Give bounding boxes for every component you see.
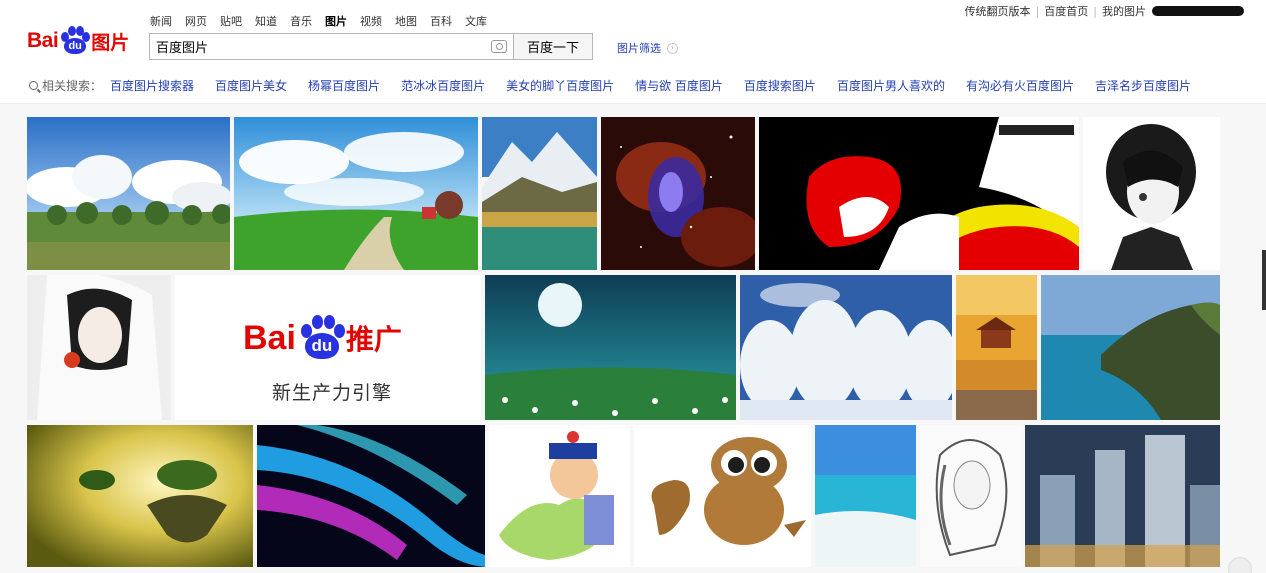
filter-label: 图片筛选 <box>617 42 661 55</box>
nav-images[interactable]: 图片 <box>325 13 347 29</box>
image-result-baidu-promotion-ad[interactable]: Bai du 推广 新生产力引擎 <box>175 275 481 420</box>
image-result-green-meadow[interactable] <box>234 117 478 270</box>
nav-web[interactable]: 网页 <box>185 13 207 29</box>
image-result-snow-mountain-lake[interactable] <box>482 117 597 270</box>
related-link[interactable]: 百度搜索图片 <box>744 77 816 94</box>
baidu-home-link[interactable]: 百度首页 <box>1044 3 1088 19</box>
separator: | <box>1093 4 1097 18</box>
nav-wenku[interactable]: 文库 <box>465 13 487 29</box>
image-result-moon-flowers[interactable] <box>485 275 736 420</box>
related-link[interactable]: 百度图片搜索器 <box>110 77 194 94</box>
image-result-coastline[interactable] <box>1041 275 1220 420</box>
image-result-tropical-beach[interactable] <box>815 425 916 567</box>
image-result-floating-islands[interactable] <box>27 425 253 567</box>
nav-news[interactable]: 新闻 <box>150 13 172 29</box>
image-result-sketch-woman[interactable] <box>920 425 1021 567</box>
nav-map[interactable]: 地图 <box>395 13 417 29</box>
ad-product: 推广 <box>345 323 402 356</box>
side-scroll-indicator[interactable] <box>1262 250 1266 310</box>
ad-brand-du: du <box>304 333 339 359</box>
image-result-anime-white-hood[interactable] <box>27 275 171 420</box>
username-redacted[interactable] <box>1152 6 1244 16</box>
image-filter-button[interactable]: 图片筛选 › <box>617 40 678 56</box>
related-link[interactable]: 杨幂百度图片 <box>308 77 380 94</box>
classic-page-link[interactable]: 传统翻页版本 <box>965 3 1031 19</box>
camera-icon[interactable] <box>491 40 507 53</box>
related-link[interactable]: 有沟必有火百度图片 <box>966 77 1074 94</box>
top-nav: 新闻 网页 贴吧 知道 音乐 图片 视频 地图 百科 文库 <box>150 13 500 29</box>
image-result-nebula[interactable] <box>601 117 755 270</box>
related-label: 相关搜索： <box>29 77 102 94</box>
baidu-images-logo[interactable]: Bai du 图片 <box>27 24 129 58</box>
related-link[interactable]: 百度图片男人喜欢的 <box>837 77 945 94</box>
logo-du: du <box>64 38 87 54</box>
related-link[interactable]: 吉泽名步百度图片 <box>1095 77 1191 94</box>
related-link[interactable]: 情与欲 百度图片 <box>635 77 723 94</box>
related-link[interactable]: 范冰冰百度图片 <box>401 77 485 94</box>
ad-slogan: 新生产力引擎 <box>272 382 393 404</box>
image-result-pavilion-sunset[interactable] <box>956 275 1037 420</box>
related-searches: 相关搜索： 百度图片搜索器 百度图片美女 杨幂百度图片 范冰冰百度图片 美女的脚… <box>29 77 1212 94</box>
search-input[interactable] <box>150 34 480 59</box>
my-images-link[interactable]: 我的图片 <box>1102 3 1146 19</box>
related-label-text: 相关搜索： <box>42 79 103 93</box>
ad-brand-bai: Bai <box>243 318 296 357</box>
related-link[interactable]: 美女的脚丫百度图片 <box>506 77 614 94</box>
top-links: 传统翻页版本 | 百度首页 | 我的图片 <box>965 3 1244 19</box>
logo-pic: 图片 <box>91 31 130 54</box>
chevron-right-icon: › <box>667 42 678 54</box>
separator: | <box>1035 4 1040 18</box>
image-result-cartoon-lemur[interactable] <box>634 425 811 567</box>
image-result-clouds-field[interactable] <box>27 117 230 270</box>
image-result-abstract-red-yellow[interactable] <box>759 117 1079 270</box>
nav-baike[interactable]: 百科 <box>430 13 452 29</box>
search-box <box>149 33 513 60</box>
nav-zhidao[interactable]: 知道 <box>255 13 277 29</box>
search-bar: 百度一下 <box>149 33 593 60</box>
logo-bai: Bai <box>27 29 59 52</box>
image-result-city-buildings[interactable] <box>1025 425 1220 567</box>
paw-icon: du <box>298 315 345 361</box>
search-icon <box>29 81 38 90</box>
image-result-anime-dark-hair[interactable] <box>1083 117 1220 270</box>
image-result-cartoon-zongzi[interactable] <box>489 425 630 567</box>
image-result-snowy-trees[interactable] <box>740 275 952 420</box>
related-link[interactable]: 百度图片美女 <box>215 77 287 94</box>
image-result-neon-waves[interactable] <box>257 425 485 567</box>
paw-icon: du <box>59 26 91 56</box>
search-button[interactable]: 百度一下 <box>513 33 593 60</box>
ad-logo: Bai du 推广 <box>243 315 402 361</box>
nav-video[interactable]: 视频 <box>360 13 382 29</box>
nav-tieba[interactable]: 贴吧 <box>220 13 242 29</box>
nav-music[interactable]: 音乐 <box>290 13 312 29</box>
